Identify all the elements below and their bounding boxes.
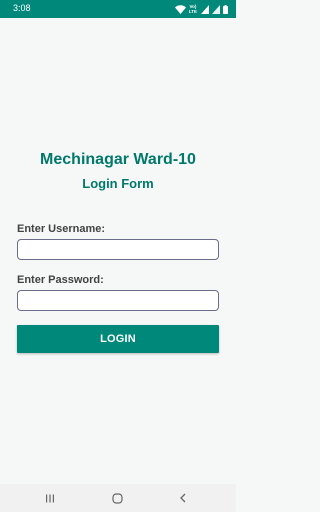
status-bar: 3:08 Vo) LTE [0,0,236,18]
status-icons: Vo) LTE [174,4,228,14]
volte-icon: Vo) LTE [188,4,197,14]
app-title: Mechinagar Ward-10 [40,151,196,168]
back-icon[interactable] [173,490,193,506]
signal-icon [212,5,220,14]
login-screen: 3:08 Vo) LTE Mechinagar Ward-10 Login Fo… [0,0,236,512]
home-icon[interactable] [107,490,127,506]
password-input[interactable] [17,290,219,311]
username-input[interactable] [17,239,219,260]
password-label: Enter Password: [17,274,104,286]
wifi-icon [174,5,186,14]
recents-icon[interactable] [40,490,60,506]
username-label: Enter Username: [17,223,106,235]
form-title: Login Form [82,176,154,191]
signal-icon [201,5,209,14]
battery-icon [223,5,228,14]
navigation-bar [0,484,236,512]
status-time: 3:08 [13,3,31,13]
login-button[interactable]: LOGIN [17,325,219,353]
